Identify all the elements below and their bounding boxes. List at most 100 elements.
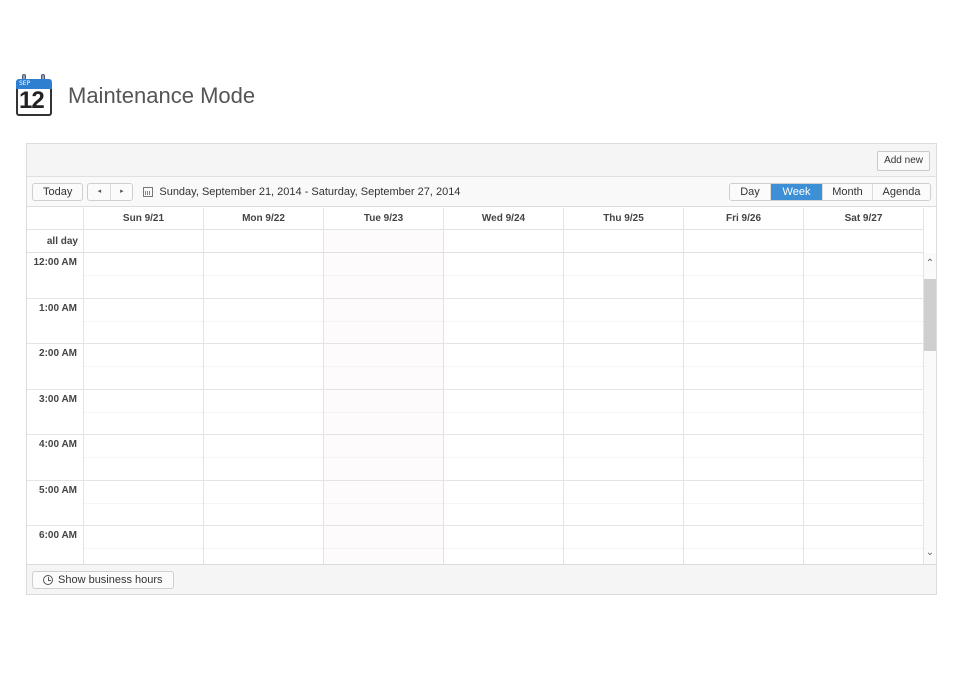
day-header-fri: Fri 9/26 [684,208,804,229]
hour-label: 6:00 AM [27,526,84,564]
hour-row: 3:00 AM [27,389,924,435]
time-slot-cell[interactable] [444,253,564,298]
time-slot-cell[interactable] [324,253,444,298]
time-slot-cell[interactable] [204,298,324,343]
time-slot-cell[interactable] [684,389,804,434]
time-slot-cell[interactable] [324,298,444,343]
scheduler-footer: Show business hours [27,564,936,594]
time-slot-cell[interactable] [444,344,564,389]
time-slot-cell[interactable] [324,480,444,525]
all-day-cell[interactable] [324,230,444,252]
time-slot-cell[interactable] [324,526,444,564]
time-slot-cell[interactable] [684,480,804,525]
hour-label: 2:00 AM [27,344,84,389]
time-slot-cell[interactable] [204,526,324,564]
time-slot-cell[interactable] [324,435,444,480]
navigation-group: ◂ ▸ [87,182,134,201]
day-header-wed: Wed 9/24 [444,208,564,229]
hour-label: 4:00 AM [27,435,84,480]
time-slot-cell[interactable] [84,344,204,389]
time-slot-cell[interactable] [684,435,804,480]
time-slot-cell[interactable] [804,435,924,480]
time-slot-cell[interactable] [564,253,684,298]
time-slot-cell[interactable] [564,298,684,343]
time-slot-cell[interactable] [204,389,324,434]
hour-row: 4:00 AM [27,435,924,481]
time-slot-cell[interactable] [684,253,804,298]
clock-icon [43,575,53,585]
add-new-button[interactable]: Add new [877,151,930,171]
next-button[interactable]: ▸ [110,183,132,200]
hour-row: 1:00 AM [27,298,924,344]
date-range-label: Sunday, September 21, 2014 - Saturday, S… [159,185,461,198]
time-slot-cell[interactable] [84,480,204,525]
view-switcher: Day Week Month Agenda [729,183,931,201]
scroll-thumb[interactable] [924,279,936,351]
time-slot-cell[interactable] [684,298,804,343]
time-slot-cell[interactable] [444,298,564,343]
time-slot-cell[interactable] [564,435,684,480]
calendar-icon: SEP 12 [14,74,54,118]
vertical-scrollbar[interactable]: ⌃ ⌄ [924,253,936,564]
hour-label: 5:00 AM [27,480,84,525]
calendar-icon-month: SEP [19,80,31,87]
time-slot-cell[interactable] [564,480,684,525]
hour-label: 12:00 AM [27,253,84,298]
time-slot-cell[interactable] [324,344,444,389]
time-slot-cell[interactable] [204,480,324,525]
hour-row: 12:00 AM [27,253,924,299]
all-day-cell[interactable] [804,230,924,252]
time-slot-cell[interactable] [84,298,204,343]
day-header-thu: Thu 9/25 [564,208,684,229]
time-slot-cell[interactable] [684,526,804,564]
time-slot-cell[interactable] [804,344,924,389]
scheduler-toolbar: Today ◂ ▸ Sunday, September 21, 2014 - S… [27,177,936,207]
day-header-tue: Tue 9/23 [324,208,444,229]
time-slot-cell[interactable] [84,435,204,480]
all-day-cell[interactable] [84,230,204,252]
scroll-down-icon[interactable]: ⌄ [925,548,935,558]
hour-row: 5:00 AM [27,480,924,526]
time-slot-cell[interactable] [444,480,564,525]
time-slot-cell[interactable] [84,526,204,564]
all-day-row: all day [27,230,924,253]
all-day-cell[interactable] [684,230,804,252]
calendar-small-icon [143,186,154,197]
time-slot-cell[interactable] [804,389,924,434]
time-slot-cell[interactable] [204,435,324,480]
day-header-mon: Mon 9/22 [204,208,324,229]
time-slot-cell[interactable] [444,389,564,434]
time-slot-cell[interactable] [564,389,684,434]
time-slot-cell[interactable] [684,344,804,389]
week-grid: Sun 9/21 Mon 9/22 Tue 9/23 Wed 9/24 Thu … [27,208,924,253]
time-slot-cell[interactable] [84,389,204,434]
view-day-button[interactable]: Day [730,184,770,200]
all-day-cell[interactable] [564,230,684,252]
time-slot-cell[interactable] [204,344,324,389]
view-week-button[interactable]: Week [770,184,822,200]
today-button[interactable]: Today [32,182,84,201]
time-slot-cell[interactable] [204,253,324,298]
previous-button[interactable]: ◂ [88,184,110,200]
calendar-icon-day: 12 [19,87,45,114]
time-slot-cell[interactable] [564,526,684,564]
time-slot-cell[interactable] [564,344,684,389]
day-header-sun: Sun 9/21 [84,208,204,229]
date-range[interactable]: Sunday, September 21, 2014 - Saturday, S… [143,186,460,198]
hour-row: 6:00 AM [27,526,924,564]
view-month-button[interactable]: Month [822,184,872,200]
time-slot-cell[interactable] [84,253,204,298]
time-slot-cell[interactable] [804,298,924,343]
time-slot-cell[interactable] [444,526,564,564]
time-slot-cell[interactable] [804,253,924,298]
all-day-cell[interactable] [444,230,564,252]
time-slot-cell[interactable] [324,389,444,434]
time-slot-cell[interactable] [804,526,924,564]
scroll-up-icon[interactable]: ⌃ [925,259,935,269]
show-business-hours-button[interactable]: Show business hours [32,571,174,589]
time-slot-cell[interactable] [804,480,924,525]
all-day-cell[interactable] [204,230,324,252]
time-slot-cell[interactable] [444,435,564,480]
day-header-row: Sun 9/21 Mon 9/22 Tue 9/23 Wed 9/24 Thu … [27,208,924,230]
view-agenda-button[interactable]: Agenda [872,184,930,200]
